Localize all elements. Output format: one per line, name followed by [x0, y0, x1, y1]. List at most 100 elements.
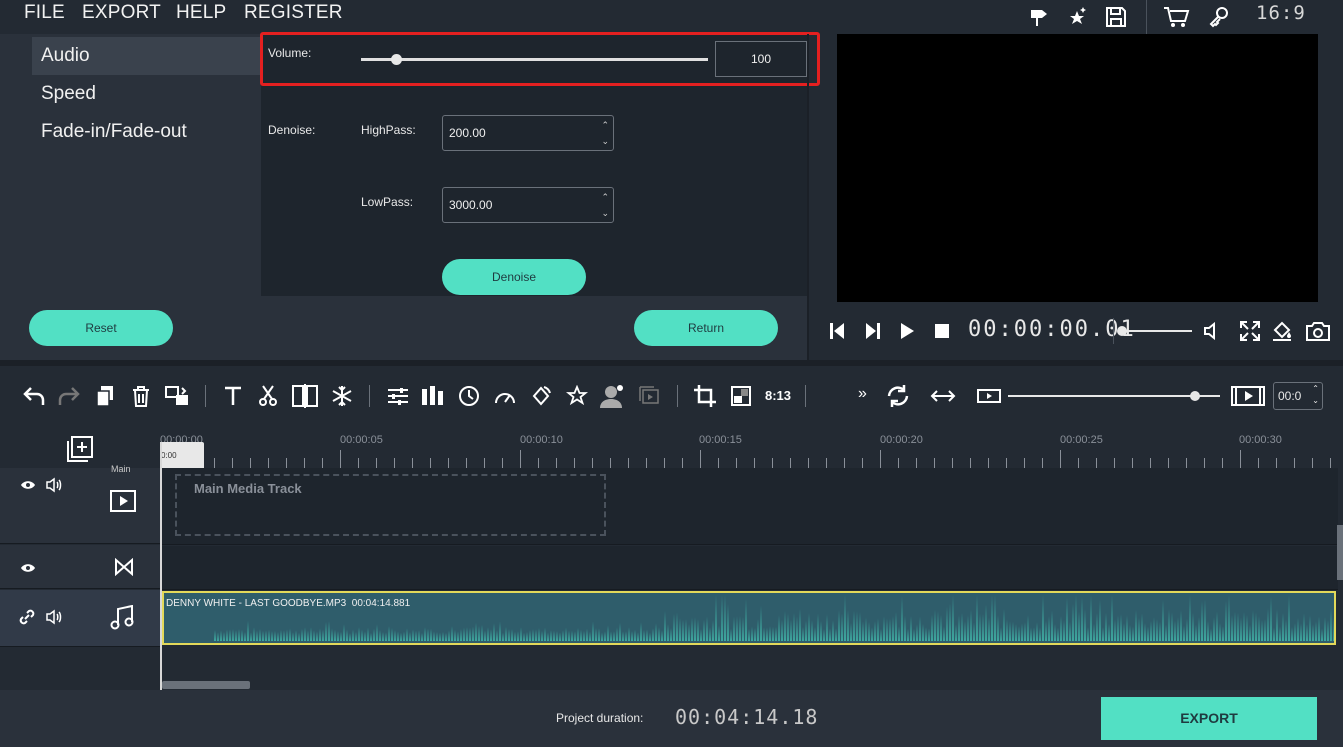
- ratio-button[interactable]: 8:13: [765, 388, 791, 403]
- key-icon[interactable]: [1206, 0, 1232, 34]
- menu-file[interactable]: FILE: [24, 2, 65, 24]
- duration-label: Project duration:: [556, 711, 644, 725]
- crop-icon[interactable]: [691, 381, 719, 411]
- picture-in-picture-icon[interactable]: [727, 381, 755, 411]
- highpass-label: HighPass:: [361, 123, 416, 137]
- ruler-label: 00:00:10: [520, 434, 563, 446]
- effects-star-icon[interactable]: [563, 381, 591, 411]
- fullscreen-icon[interactable]: [1236, 316, 1264, 346]
- chevron-up-icon[interactable]: ⌃: [1312, 384, 1319, 394]
- mosaic-icon[interactable]: [635, 381, 663, 411]
- highpass-value: 200.00: [449, 126, 486, 140]
- speaker-icon[interactable]: [45, 609, 63, 630]
- playhead-line[interactable]: [160, 442, 162, 690]
- freeze-icon[interactable]: [328, 381, 356, 411]
- eye-icon[interactable]: [20, 478, 36, 496]
- export-button[interactable]: EXPORT: [1101, 697, 1317, 740]
- adjust-icon[interactable]: [384, 381, 412, 411]
- toolbar-separator: [677, 385, 678, 407]
- eye-icon[interactable]: [20, 561, 36, 579]
- chevron-down-icon[interactable]: ⌄: [601, 208, 609, 218]
- toolbar-separator: [805, 385, 806, 407]
- play-icon[interactable]: [893, 316, 921, 346]
- chevron-up-icon[interactable]: ⌃: [601, 192, 609, 202]
- waveform-path: [164, 595, 1334, 641]
- timeline-ruler[interactable]: [160, 426, 1343, 468]
- video-track-icon: [110, 490, 136, 517]
- next-frame-icon[interactable]: [859, 316, 887, 346]
- denoise-button[interactable]: Denoise: [442, 259, 586, 295]
- sparkle-star-icon[interactable]: [1064, 0, 1090, 34]
- return-button[interactable]: Return: [634, 310, 778, 346]
- speaker-icon[interactable]: [1198, 316, 1226, 346]
- fit-width-icon[interactable]: [929, 381, 957, 411]
- toolbar-separator: [369, 385, 370, 407]
- speaker-icon[interactable]: [45, 477, 63, 498]
- zoom-time-input[interactable]: 00:0 ⌃ ⌄: [1273, 382, 1323, 410]
- ruler-label: 00:00:20: [880, 434, 923, 446]
- aspect-ratio-button[interactable]: 16:9: [1256, 2, 1306, 24]
- lowpass-input[interactable]: 3000.00 ⌃ ⌄: [442, 187, 614, 223]
- transition-icon: [114, 557, 134, 581]
- cart-icon[interactable]: [1162, 0, 1192, 34]
- highpass-input[interactable]: 200.00 ⌃ ⌄: [442, 115, 614, 151]
- chevron-down-icon[interactable]: ⌄: [601, 136, 609, 146]
- undo-icon[interactable]: [20, 381, 48, 411]
- menu-export[interactable]: EXPORT: [82, 2, 161, 24]
- timeline-vscrollbar[interactable]: [1337, 525, 1343, 580]
- link-icon[interactable]: [18, 608, 36, 631]
- player-volume-handle[interactable]: [1117, 326, 1127, 336]
- reset-button[interactable]: Reset: [29, 310, 173, 346]
- sync-icon[interactable]: [884, 381, 912, 411]
- duration-clock-icon[interactable]: [455, 381, 483, 411]
- audio-levels-icon[interactable]: [419, 381, 447, 411]
- pin-icon[interactable]: [1026, 0, 1052, 34]
- lowpass-value: 3000.00: [449, 198, 493, 212]
- save-icon[interactable]: [1102, 0, 1130, 34]
- split-icon[interactable]: [290, 381, 320, 411]
- menu-help[interactable]: HELP: [176, 2, 226, 24]
- stop-icon[interactable]: [928, 316, 956, 346]
- music-note-icon: [110, 604, 136, 636]
- scissors-icon[interactable]: [254, 381, 282, 411]
- denoise-label: Denoise:: [268, 123, 316, 137]
- portrait-icon[interactable]: [598, 381, 626, 411]
- chevron-up-icon[interactable]: ⌃: [601, 120, 609, 130]
- ruler-label: 00:00:05: [340, 434, 383, 446]
- playhead-marker[interactable]: 0:00: [160, 442, 204, 468]
- duration-value: 00:04:14.18: [675, 705, 819, 729]
- add-track-icon[interactable]: [67, 436, 93, 462]
- ruler-label: 00:00:30: [1239, 434, 1282, 446]
- menu-register[interactable]: REGISTER: [244, 2, 343, 24]
- rotate-icon[interactable]: [527, 381, 555, 411]
- zoom-out-film-icon[interactable]: [975, 381, 1003, 411]
- zoom-slider-track[interactable]: [1008, 395, 1220, 397]
- timeline-hscrollbar[interactable]: [162, 681, 250, 689]
- player-volume-track[interactable]: [1122, 330, 1192, 332]
- ruler-label: 00:00:25: [1060, 434, 1103, 446]
- chevron-down-icon[interactable]: ⌄: [1312, 396, 1319, 406]
- zoom-slider-handle[interactable]: [1189, 391, 1200, 401]
- main-media-drop-zone[interactable]: Main Media Track: [175, 474, 606, 536]
- speed-gauge-icon[interactable]: [491, 381, 519, 411]
- player-timecode: 00:00:00.01: [968, 317, 1136, 342]
- redo-icon[interactable]: [55, 381, 83, 411]
- delete-icon[interactable]: [127, 381, 155, 411]
- sidebar-item-fade[interactable]: Fade-in/Fade-out: [32, 113, 261, 151]
- copy-icon[interactable]: [91, 381, 119, 411]
- toolbar-separator: [205, 385, 206, 407]
- highlight-box: [260, 32, 820, 86]
- paint-bucket-icon[interactable]: [1268, 316, 1296, 346]
- text-icon[interactable]: [219, 381, 247, 411]
- more-tools-button[interactable]: »: [858, 385, 867, 403]
- player-separator: [1113, 318, 1114, 344]
- sidebar-item-speed[interactable]: Speed: [32, 75, 261, 113]
- edit-category-list: Audio Speed Fade-in/Fade-out: [0, 34, 261, 296]
- zoom-in-film-icon[interactable]: [1230, 381, 1266, 411]
- skip-back-icon[interactable]: [823, 316, 851, 346]
- snapshot-camera-icon[interactable]: [1302, 316, 1334, 346]
- replace-icon[interactable]: [163, 381, 191, 411]
- sidebar-item-audio[interactable]: Audio: [32, 37, 261, 75]
- audio-clip[interactable]: DENNY WHITE - LAST GOODBYE.MP3 00:04:14.…: [162, 591, 1336, 645]
- transition-lane[interactable]: [162, 546, 1338, 590]
